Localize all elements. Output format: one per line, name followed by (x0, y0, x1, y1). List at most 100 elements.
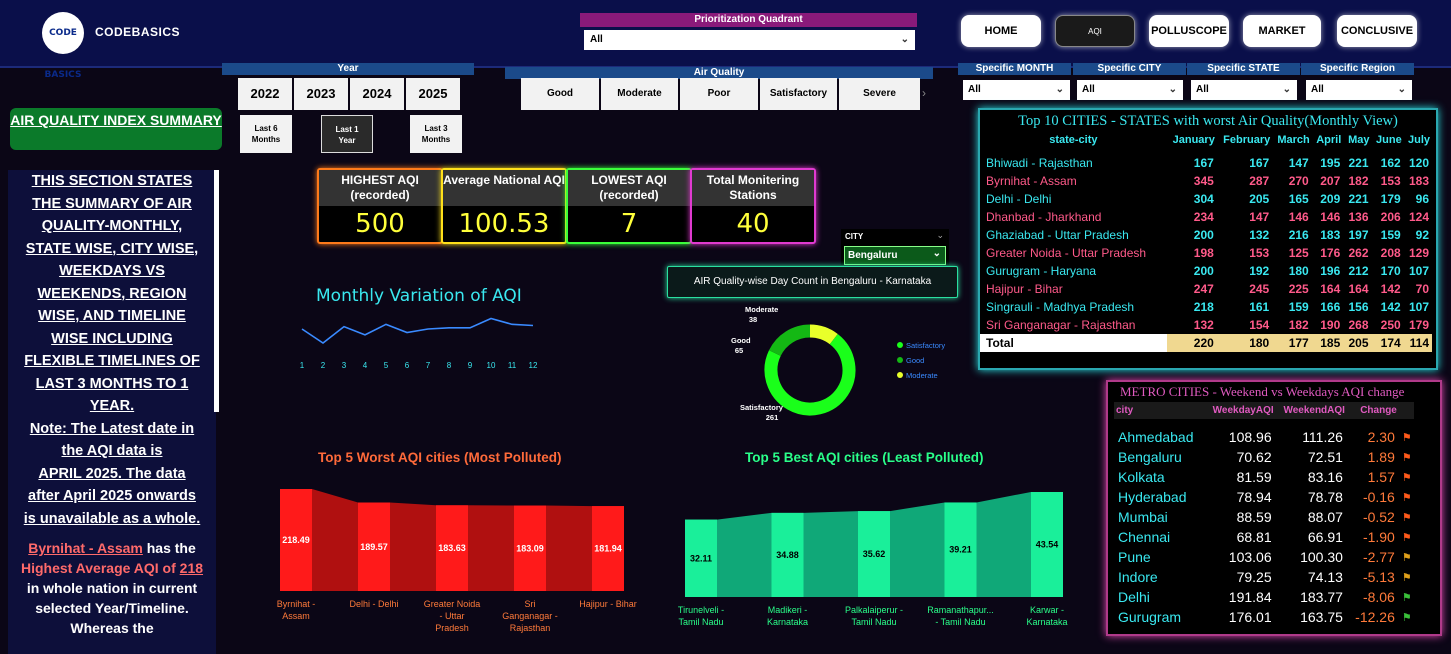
x-tick-label: 10 (487, 361, 496, 370)
column-header[interactable]: state-city (980, 132, 1167, 148)
donut-data-label-value: 65 (735, 346, 743, 355)
row-label: Singrauli - Madhya Pradesh (986, 300, 1135, 314)
state-filter-label: Specific STATE (1187, 63, 1300, 75)
table-cell: 221 (1348, 192, 1369, 206)
summary-scrollbar[interactable] (214, 170, 219, 412)
row-label: Gurugram - Haryana (986, 264, 1097, 278)
bar-category-label: Delhi - Delhi (349, 599, 398, 609)
prioritization-quadrant-value: All (590, 34, 603, 45)
month-filter-dropdown[interactable]: All ⌄ (963, 80, 1070, 100)
column-header[interactable]: June (1371, 132, 1404, 148)
column-header[interactable]: March (1272, 132, 1312, 148)
aq-good-button[interactable]: Good (521, 78, 599, 110)
table-cell: 1.89 (1367, 449, 1395, 465)
table-row[interactable]: Hyderabad 78.94 78.78 -0.16 ⚑ (1114, 487, 1414, 507)
aq-poor-button[interactable]: Poor (680, 78, 758, 110)
table-row[interactable]: Hajipur - Bihar 247 245 225 164 164 142 70 (980, 280, 1432, 298)
period-label: Last 3 (424, 124, 448, 133)
table-row[interactable]: Indore 79.25 74.13 -5.13 ⚑ (1114, 567, 1414, 587)
city-selector-dropdown[interactable]: Bengaluru ⌄ (844, 246, 946, 265)
last-6-months-button[interactable]: Last 6 Months (240, 115, 292, 153)
aq-moderate-button[interactable]: Moderate (601, 78, 678, 110)
nav-conclusive-button[interactable]: CONCLUSIVE (1337, 15, 1417, 47)
year-2022-button[interactable]: 2022 (238, 78, 292, 110)
table-row[interactable]: Kolkata 81.59 83.16 1.57 ⚑ (1114, 467, 1414, 487)
aq-severe-button[interactable]: Severe (839, 78, 920, 110)
table-cell: 250 (1380, 318, 1401, 332)
bar-value-label: 35.62 (863, 549, 886, 559)
nav-aqi-button[interactable]: AQI (1055, 15, 1135, 47)
table-row[interactable]: Bengaluru 70.62 72.51 1.89 ⚑ (1114, 447, 1414, 467)
table-cell: 164 (1320, 282, 1341, 296)
summary-line: WEEKENDS, REGION (37, 285, 187, 302)
bar-value-label: 34.88 (776, 550, 799, 560)
table-cell: 190 (1320, 318, 1341, 332)
table-row[interactable]: Delhi 191.84 183.77 -8.06 ⚑ (1114, 587, 1414, 607)
summary-line: LAST 3 MONTHS TO 1 (35, 375, 189, 392)
column-header[interactable]: January (1166, 132, 1217, 148)
kpi-label: Average National AQI (443, 170, 565, 206)
table-row[interactable]: Ahmedabad 108.96 111.26 2.30 ⚑ (1114, 427, 1414, 447)
table-row[interactable]: Gurugram - Haryana 200 192 180 196 212 170 107 (980, 262, 1432, 280)
chevron-right-icon[interactable]: › (922, 86, 926, 100)
table-row[interactable]: Byrnihat - Assam 345 287 270 207 182 153 183 (980, 172, 1432, 190)
table-cell: 79.25 (1236, 569, 1272, 585)
nav-polluscope-button[interactable]: POLLUSCOPE (1149, 15, 1229, 47)
table-cell: 209 (1320, 192, 1341, 206)
best-aqi-bar-chart: 32.11 Tirunelveli - Tamil Nadu 34.88 Madiker… (678, 492, 1068, 627)
bar-category-label: Byrnihat - (277, 599, 316, 609)
monthly-aqi-line-chart: 1 2 3 4 5 6 7 8 9 10 11 12 (300, 317, 538, 370)
state-filter-dropdown[interactable]: All ⌄ (1191, 80, 1297, 100)
dropdown-value: All (1082, 84, 1095, 95)
table-row[interactable]: Dhanbad - Jharkhand 234 147 146 146 136 206 124 (980, 208, 1432, 226)
table-cell: 268 (1348, 318, 1369, 332)
total-cell: 185 (1311, 334, 1344, 352)
bar-category-label: Karnataka (767, 617, 808, 627)
note-line: is unavailable as a whole. (23, 510, 201, 527)
column-header[interactable]: April (1311, 132, 1344, 148)
donut-data-label-value: 261 (766, 413, 779, 422)
table-row[interactable]: Bhiwadi - Rajasthan 167 167 147 195 221 162 120 (980, 154, 1432, 172)
table-cell: 245 (1249, 282, 1270, 296)
donut-slice-moderate[interactable] (809, 324, 838, 345)
column-header[interactable]: February (1216, 132, 1273, 148)
region-filter-dropdown[interactable]: All ⌄ (1306, 80, 1412, 100)
table-row[interactable]: Ghaziabad - Uttar Pradesh 200 132 216 183 197… (980, 226, 1432, 244)
year-2025-button[interactable]: 2025 (406, 78, 460, 110)
table-row[interactable]: Delhi - Delhi 304 205 165 209 221 179 96 (980, 190, 1432, 208)
table-cell: 162 (1380, 156, 1401, 170)
bar-value-label: 183.09 (516, 543, 544, 553)
nav-home-button[interactable]: HOME (961, 15, 1041, 47)
last-3-months-button[interactable]: Last 3 Months (410, 115, 462, 153)
kpi-value: 500 (355, 209, 405, 239)
table-row[interactable]: Gurugram 176.01 163.75 -12.26 ⚑ (1114, 607, 1414, 627)
table-row[interactable]: Sri Ganganagar - Rajasthan 132 154 182 190 26… (980, 316, 1432, 334)
bar-category-label: Palkalaiperur - (845, 605, 903, 615)
nav-market-button[interactable]: MARKET (1243, 15, 1321, 47)
column-header[interactable]: WeekendAQI (1275, 402, 1347, 419)
summary-line: WEEKDAYS VS (59, 263, 165, 279)
donut-slice-good[interactable] (769, 324, 811, 357)
aq-satisfactory-button[interactable]: Satisfactory (760, 78, 837, 110)
kpi-highest-aqi: HIGHEST AQI (recorded) 500 (317, 168, 443, 244)
column-header[interactable]: Change (1346, 402, 1399, 419)
table-cell: -8.06 (1362, 589, 1395, 605)
last-1-year-button[interactable]: Last 1 Year (321, 115, 373, 153)
table-cell: 170 (1380, 264, 1401, 278)
table-cell: Mumbai (1118, 509, 1168, 525)
table-row[interactable]: Singrauli - Madhya Pradesh 218 161 159 166 15… (980, 298, 1432, 316)
year-2023-button[interactable]: 2023 (294, 78, 348, 110)
table-row[interactable]: Greater Noida - Uttar Pradesh 198 153 125 17… (980, 244, 1432, 262)
column-header[interactable]: May (1343, 132, 1372, 148)
column-header[interactable]: city (1114, 402, 1205, 419)
year-2024-button[interactable]: 2024 (350, 78, 404, 110)
table-cell: 234 (1193, 210, 1214, 224)
summary-line: YEAR. (89, 398, 135, 414)
column-header[interactable]: July (1403, 132, 1432, 148)
prioritization-quadrant-dropdown[interactable]: All ⌄ (584, 30, 915, 50)
table-row[interactable]: Pune 103.06 100.30 -2.77 ⚑ (1114, 547, 1414, 567)
table-row[interactable]: Mumbai 88.59 88.07 -0.52 ⚑ (1114, 507, 1414, 527)
table-row[interactable]: Chennai 68.81 66.91 -1.90 ⚑ (1114, 527, 1414, 547)
column-header[interactable]: WeekdayAQI (1204, 402, 1276, 419)
city-filter-dropdown[interactable]: All ⌄ (1077, 80, 1183, 100)
